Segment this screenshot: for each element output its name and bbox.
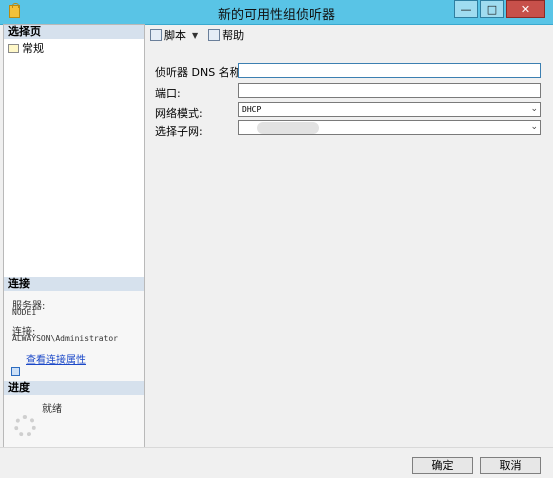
window-controls: — □ ✕ — [452, 0, 545, 18]
toolbar: 脚本 ▼ 帮助 — [146, 24, 549, 46]
chevron-down-icon[interactable]: ▼ — [192, 31, 198, 40]
minimize-button[interactable]: — — [454, 0, 478, 18]
port-input[interactable] — [238, 83, 541, 98]
page-item-general[interactable]: 常规 — [8, 40, 44, 56]
close-button[interactable]: ✕ — [506, 0, 545, 18]
connection-panel: 服务器: NODE1 连接: ALWAYSON\Administrator 查看… — [4, 291, 144, 381]
redacted-subnet — [257, 122, 319, 134]
view-connection-properties-link[interactable]: 查看连接属性 — [26, 351, 86, 366]
listener-form: 侦听器 DNS 名称: 端口: 网络模式: DHCP ⌄ 选择子网: ⌄ — [146, 46, 549, 447]
dialog-footer: 确定 取消 — [0, 447, 553, 478]
chevron-down-icon: ⌄ — [530, 104, 538, 114]
port-label: 端口: — [155, 87, 181, 100]
help-label: 帮助 — [222, 29, 245, 42]
page-item-label: 常规 — [22, 42, 44, 55]
network-mode-label: 网络模式: — [155, 107, 203, 120]
connection-value: ALWAYSON\Administrator — [12, 334, 118, 343]
select-page-header: 选择页 — [4, 25, 144, 39]
connection-properties-icon — [11, 367, 20, 376]
maximize-button[interactable]: □ — [480, 0, 504, 18]
help-button[interactable]: 帮助 — [208, 27, 244, 43]
network-mode-select[interactable]: DHCP ⌄ — [238, 102, 541, 117]
page-icon — [8, 43, 19, 53]
progress-status: 就绪 — [42, 404, 62, 415]
title-bar: 新的可用性组侦听器 — □ ✕ — [0, 0, 553, 25]
progress-header: 进度 — [4, 381, 144, 395]
ok-button[interactable]: 确定 — [412, 457, 473, 474]
left-pane: 选择页 常规 连接 服务器: NODE1 连接: ALWAYSON\Admini… — [3, 24, 145, 449]
network-mode-value: DHCP — [242, 105, 262, 114]
script-icon — [150, 29, 162, 41]
connection-header: 连接 — [4, 277, 144, 291]
subnet-select[interactable]: ⌄ — [238, 120, 541, 135]
cancel-button[interactable]: 取消 — [480, 457, 541, 474]
help-icon — [208, 29, 221, 41]
dns-name-input[interactable] — [238, 63, 541, 78]
script-button[interactable]: 脚本 ▼ — [150, 27, 198, 43]
chevron-down-icon: ⌄ — [530, 122, 538, 132]
progress-panel: 就绪 — [4, 395, 144, 448]
dns-name-label: 侦听器 DNS 名称: — [155, 66, 245, 79]
subnet-label: 选择子网: — [155, 125, 203, 138]
progress-spinner-icon — [14, 415, 36, 437]
server-value: NODE1 — [12, 308, 37, 317]
script-label: 脚本 — [164, 29, 186, 42]
